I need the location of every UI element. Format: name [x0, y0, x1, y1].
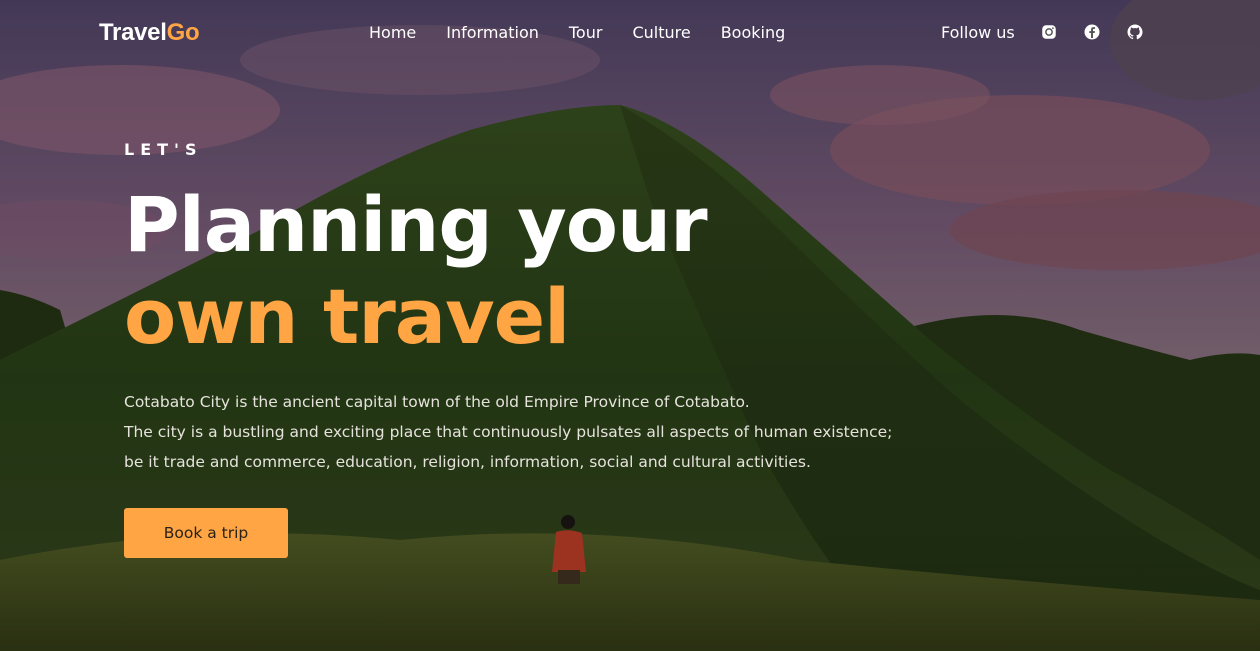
- nav-link-culture[interactable]: Culture: [632, 23, 690, 42]
- hero-headline-line1: Planning your: [124, 180, 708, 269]
- nav-link-information[interactable]: Information: [446, 23, 539, 42]
- brand-name-accent: Go: [166, 19, 200, 46]
- hero-description: Cotabato City is the ancient capital tow…: [124, 387, 904, 477]
- navbar: TravelGo Home Information Tour Culture B…: [0, 0, 1260, 66]
- hero-eyebrow: LET'S: [124, 140, 203, 159]
- main-nav: Home Information Tour Culture Booking: [369, 23, 785, 42]
- nav-link-tour[interactable]: Tour: [569, 23, 603, 42]
- nav-link-booking[interactable]: Booking: [721, 23, 786, 42]
- brand-logo[interactable]: TravelGo: [99, 19, 200, 47]
- follow-us-label: Follow us: [941, 22, 1015, 42]
- hero-description-line: The city is a bustling and exciting plac…: [124, 423, 893, 441]
- nav-link-home[interactable]: Home: [369, 23, 416, 42]
- hero-headline-line2: own travel: [124, 272, 570, 361]
- brand-name-primary: Travel: [99, 19, 167, 46]
- facebook-icon[interactable]: [1082, 22, 1102, 42]
- book-trip-button[interactable]: Book a trip: [124, 508, 288, 558]
- hero-headline: Planning your own travel: [124, 179, 904, 363]
- github-icon[interactable]: [1125, 22, 1145, 42]
- hero-description-line: be it trade and commerce, education, rel…: [124, 453, 811, 471]
- hero-content: LET'S Planning your own travel Cotabato …: [124, 140, 904, 558]
- instagram-icon[interactable]: [1039, 22, 1059, 42]
- hero-description-line: Cotabato City is the ancient capital tow…: [124, 393, 750, 411]
- social-links: Follow us: [941, 22, 1168, 42]
